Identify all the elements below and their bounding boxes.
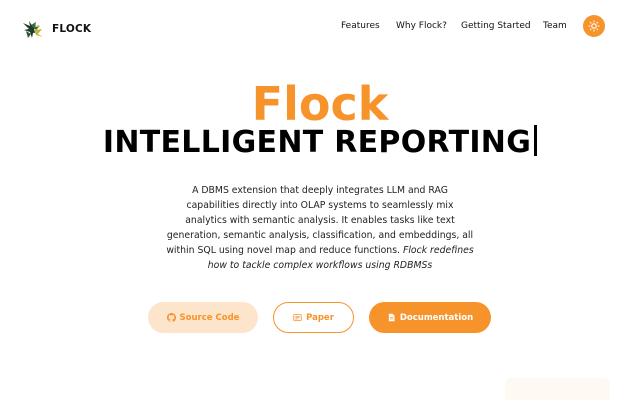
landing-page: FLOCK Features Why Flock? Getting Starte…: [0, 0, 640, 400]
hero-description: A DBMS extension that deeply integrates …: [166, 183, 474, 274]
theme-toggle-button[interactable]: [583, 15, 605, 37]
github-icon: [166, 313, 176, 322]
site-header: FLOCK Features Why Flock? Getting Starte…: [0, 0, 640, 56]
main-nav: Features Why Flock? Getting Started Team: [0, 20, 640, 34]
nav-item-features[interactable]: Features: [341, 20, 380, 32]
documentation-button[interactable]: Documentation: [369, 302, 491, 333]
source-code-label: Source Code: [179, 312, 240, 323]
nav-item-getting-started[interactable]: Getting Started: [461, 20, 531, 32]
nav-item-why-flock[interactable]: Why Flock?: [396, 20, 447, 32]
newspaper-icon: [293, 314, 302, 321]
nav-item-team[interactable]: Team: [543, 20, 567, 32]
hero-subtitle-text: INTELLIGENT REPORTING: [102, 125, 532, 160]
next-section-edge: [505, 378, 610, 400]
source-code-button[interactable]: Source Code: [148, 302, 258, 333]
paper-label: Paper: [306, 312, 334, 323]
typing-caret: [534, 125, 538, 156]
documentation-label: Documentation: [399, 312, 474, 323]
document-icon: [388, 313, 395, 322]
sun-icon: [588, 20, 600, 32]
hero-subtitle: INTELLIGENT REPORTING: [0, 123, 640, 163]
paper-button[interactable]: Paper: [273, 302, 354, 333]
